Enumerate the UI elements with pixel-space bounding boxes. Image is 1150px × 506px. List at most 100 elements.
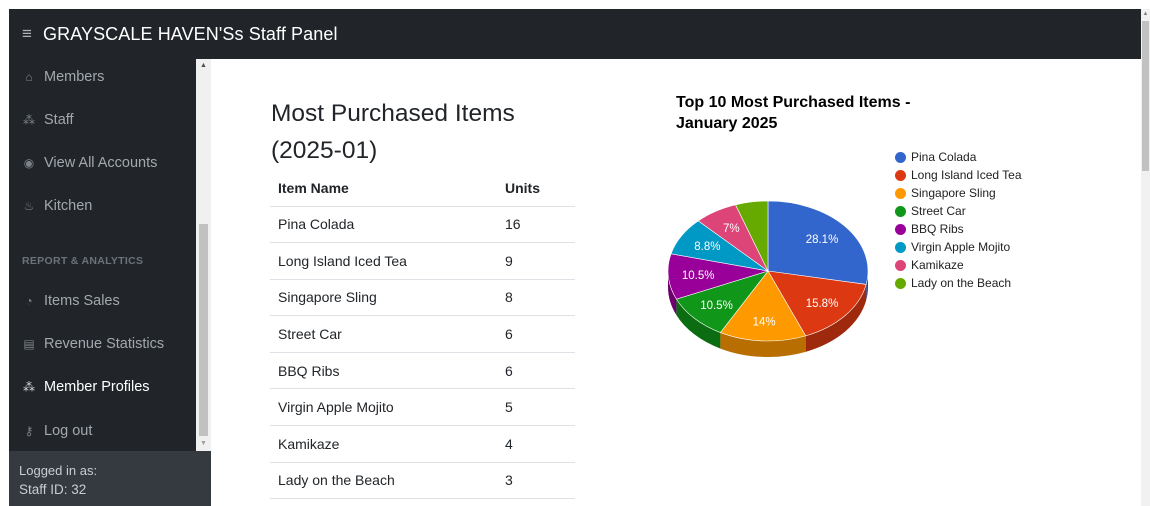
pie-label-1: 15.8% [806,298,839,310]
page-title: Most Purchased Items (2025-01) [271,100,515,164]
eye-icon: ◉ [23,156,35,170]
sidebar-item-member-profiles[interactable]: ⁂ Member Profiles [9,372,196,402]
legend-swatch [895,242,906,253]
top-navbar: ≡ GRAYSCALE HAVEN'Ss Staff Panel [9,9,1141,59]
legend-item[interactable]: Pina Colada [895,151,1035,164]
legend-item[interactable]: Singapore Sling [895,187,1035,200]
sidebar-footer: Logged in as: Staff ID: 32 [9,451,211,506]
sidebar-item-members[interactable]: ⌂ Members [9,62,196,92]
sidebar-scrollbar-thumb[interactable] [199,224,208,436]
kitchen-icon: ♨ [23,199,35,213]
table-row: BBQ Ribs 6 [270,352,575,390]
legend-swatch [895,206,906,217]
legend-label: Street Car [911,204,966,218]
column-header-units: Units [505,171,575,207]
item-units: 6 [505,315,575,353]
pie-label-4: 10.5% [682,270,715,282]
pie-chart[interactable]: 28.1% 15.8% 14% 10.5% 10.5% 8.8%7% [666,189,906,389]
key-icon: ⚷ [24,424,34,438]
table-row: Lady on the Beach 3 [270,462,575,500]
sidebar-nav: ⌂ Members ⁂ Staff ◉ View All Accounts ♨ … [9,59,196,451]
item-name: Street Car [270,315,505,353]
scroll-down-arrow-icon[interactable]: ▼ [196,437,211,451]
scroll-up-arrow-icon[interactable]: ▲ [1141,9,1150,19]
legend-item[interactable]: Lady on the Beach [895,277,1035,290]
item-units: 3 [505,462,575,500]
table-header-row: Item Name Units [270,171,575,207]
legend-swatch [895,152,906,163]
sidebar-scrollbar[interactable]: ▲ ▼ [196,59,211,451]
pie-label-5: 8.8% [694,241,720,253]
pie-label-2: 14% [753,316,776,328]
chart-title: Top 10 Most Purchased Items - January 20… [676,94,911,132]
sidebar-item-label: Members [44,69,105,85]
section-heading: REPORT & ANALYTICS [22,255,144,267]
home-icon: ⌂ [25,70,33,84]
table-row: Long Island Iced Tea 9 [270,242,575,280]
table-row: Virgin Apple Mojito 5 [270,388,575,427]
sidebar: ⌂ Members ⁂ Staff ◉ View All Accounts ♨ … [9,59,211,506]
legend-label: Pina Colada [911,150,977,164]
table-row: Street Car 6 [270,315,575,353]
pie-label-3: 10.5% [700,300,733,312]
legend-item[interactable]: Virgin Apple Mojito [895,241,1035,254]
sidebar-item-log-out[interactable]: ⚷ Log out [9,416,196,446]
page-scrollbar[interactable]: ▲ [1141,9,1150,506]
pie-label-6: 7% [723,223,740,235]
users-icon: ⁂ [23,113,35,127]
items-table: Item Name Units Pina Colada 16 Long Islan… [270,171,575,500]
logged-in-label: Logged in as: [19,463,98,478]
hamburger-icon[interactable]: ≡ [9,24,43,44]
item-units: 4 [505,425,575,463]
legend-swatch [895,260,906,271]
legend-label: Kamikaze [911,258,964,272]
legend-label: Long Island Iced Tea [911,168,1022,182]
legend-item[interactable]: BBQ Ribs [895,223,1035,236]
item-name: Virgin Apple Mojito [270,388,505,427]
item-units: 6 [505,352,575,390]
users-icon: ⁂ [23,380,35,394]
sidebar-item-label: View All Accounts [44,155,158,171]
legend-item[interactable]: Kamikaze [895,259,1035,272]
sidebar-item-items-sales[interactable]: ◔ Items Sales [9,286,196,316]
app-title[interactable]: GRAYSCALE HAVEN'Ss Staff Panel [43,24,338,45]
item-name: Lady on the Beach [270,462,505,500]
chart-legend: Pina Colada Long Island Iced Tea Singapore… [895,151,1035,295]
main-content: Most Purchased Items (2025-01) Item Name… [211,59,1141,506]
legend-label: Virgin Apple Mojito [911,240,1011,254]
item-name: Singapore Sling [270,279,505,317]
sidebar-item-revenue-statistics[interactable]: ▤ Revenue Statistics [9,329,196,359]
sidebar-item-staff[interactable]: ⁂ Staff [9,105,196,135]
legend-swatch [895,170,906,181]
legend-label: BBQ Ribs [911,222,964,236]
item-name: BBQ Ribs [270,352,505,390]
sidebar-item-label: Revenue Statistics [44,336,165,352]
table-row: Singapore Sling 8 [270,279,575,317]
pie-label-0: 28.1% [806,234,839,246]
staff-id: Staff ID: 32 [19,482,87,497]
page-scrollbar-thumb[interactable] [1142,21,1149,171]
legend-item[interactable]: Street Car [895,205,1035,218]
item-name: Long Island Iced Tea [270,242,505,280]
legend-swatch [895,224,906,235]
sidebar-item-kitchen[interactable]: ♨ Kitchen [9,191,196,221]
sidebar-item-label: Member Profiles [44,379,150,395]
staff-panel-page: ≡ GRAYSCALE HAVEN'Ss Staff Panel ⌂ Membe… [0,0,1150,506]
table-row: Kamikaze 4 [270,425,575,463]
item-units: 5 [505,388,575,427]
clock-icon: ◔ [25,294,33,308]
legend-item[interactable]: Long Island Iced Tea [895,169,1035,182]
sidebar-item-label: Items Sales [44,293,120,309]
legend-swatch [895,188,906,199]
legend-label: Singapore Sling [911,186,996,200]
chart-icon: ▤ [23,337,35,351]
table-row: Pina Colada 16 [270,206,575,244]
sidebar-item-view-all-accounts[interactable]: ◉ View All Accounts [9,148,196,178]
column-header-item-name: Item Name [270,171,505,207]
item-name: Kamikaze [270,425,505,463]
sidebar-item-label: Staff [44,112,74,128]
item-units: 16 [505,206,575,244]
legend-swatch [895,278,906,289]
scroll-up-arrow-icon[interactable]: ▲ [196,59,211,73]
sidebar-item-label: Kitchen [44,198,93,214]
